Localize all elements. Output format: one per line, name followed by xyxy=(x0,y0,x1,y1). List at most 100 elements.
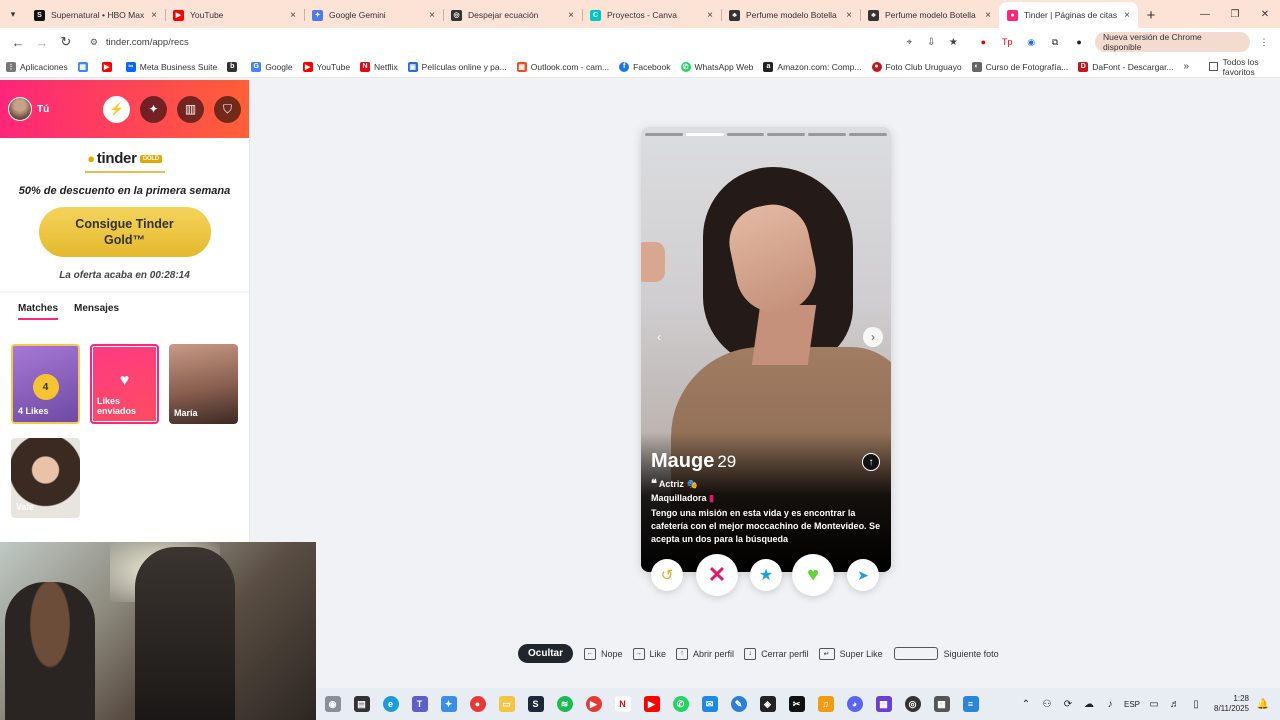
reload-icon[interactable]: ↻ xyxy=(54,30,78,54)
bookmark-grid[interactable]: ▦ xyxy=(77,61,92,72)
nope-button[interactable]: ✕ xyxy=(696,554,738,596)
photo-indicator-segment[interactable] xyxy=(685,133,724,136)
taskbar-app[interactable]: e xyxy=(376,690,405,718)
taskbar-app[interactable]: ◉ xyxy=(318,690,347,718)
taskbar-app[interactable]: N xyxy=(608,690,637,718)
taskbar-app[interactable]: ◈ xyxy=(753,690,782,718)
sync-icon[interactable]: ⟳ xyxy=(1061,699,1075,710)
taskbar-app[interactable]: ▭ xyxy=(492,690,521,718)
bookmark-star-icon[interactable]: ★ xyxy=(945,34,961,50)
clock[interactable]: 1:28 8/11/2025 xyxy=(1214,694,1249,715)
photo-indicator-segment[interactable] xyxy=(767,133,806,136)
bookmark-meta[interactable]: ∞ Meta Business Suite xyxy=(125,61,217,72)
taskbar-app[interactable]: ≡ xyxy=(956,690,985,718)
browser-tab[interactable]: C Proyectos - Canva × xyxy=(582,2,721,28)
taskbar-app[interactable]: ▶ xyxy=(579,690,608,718)
cloud-icon[interactable]: ☁ xyxy=(1082,699,1096,710)
close-icon[interactable]: × xyxy=(290,10,296,21)
taskbar-app[interactable]: ◎ xyxy=(898,690,927,718)
tab-messages[interactable]: Mensajes xyxy=(74,303,119,320)
location-icon[interactable]: ⌖ xyxy=(901,34,917,50)
tray-app-icon[interactable]: ⚇ xyxy=(1040,699,1054,710)
like-button[interactable]: ♥ xyxy=(792,554,834,596)
bookmark-whatsapp[interactable]: ✆ WhatsApp Web xyxy=(680,61,753,72)
more-bookmarks-icon[interactable]: » xyxy=(1184,61,1190,72)
extensions-puzzle-icon[interactable]: ⧉ xyxy=(1045,32,1065,52)
bookmark-curso[interactable]: ◐ Curso de Fotografía... xyxy=(971,61,1068,72)
tab-matches[interactable]: Matches xyxy=(18,303,59,320)
photo-indicator-segment[interactable] xyxy=(726,133,765,136)
shield-icon[interactable]: ⛉ xyxy=(214,95,241,123)
network-icon[interactable]: ▭ xyxy=(1147,699,1161,710)
bookmark-peliculas[interactable]: ▣ Películas online y pa... xyxy=(407,61,507,72)
close-icon[interactable]: × xyxy=(707,10,713,21)
mic-icon[interactable]: ♪ xyxy=(1103,699,1117,710)
taskbar-app[interactable]: T xyxy=(405,690,434,718)
taskbar-app[interactable]: ≋ xyxy=(550,690,579,718)
bookmark-netflix[interactable]: N Netflix xyxy=(360,61,398,72)
bookmark-youtube[interactable]: ▶ xyxy=(101,61,116,72)
next-photo-icon[interactable]: › xyxy=(863,327,883,347)
bookmark-dafont[interactable]: D DaFont - Descargar... xyxy=(1078,61,1174,72)
taskbar-app[interactable]: ▦ xyxy=(927,690,956,718)
close-window-icon[interactable]: ✕ xyxy=(1250,0,1280,28)
rewind-button[interactable]: ↺ xyxy=(651,559,683,591)
new-tab-button[interactable]: + xyxy=(1138,2,1164,28)
restore-icon[interactable]: ❐ xyxy=(1220,0,1250,28)
likes-card[interactable]: 4 4 Likes xyxy=(11,344,80,424)
close-icon[interactable]: × xyxy=(985,10,991,21)
close-icon[interactable]: × xyxy=(151,10,157,21)
bookmark-facebook[interactable]: f Facebook xyxy=(619,61,671,72)
language-indicator[interactable]: ESP xyxy=(1124,700,1140,709)
close-icon[interactable]: × xyxy=(429,10,435,21)
bookmark-b[interactable]: b xyxy=(227,61,241,72)
address-bar[interactable]: ⚙ tinder.com/app/recs ⌖ ⇩ ★ xyxy=(82,31,970,53)
bookmark-outlook[interactable]: ▦ Outlook.com - cam... xyxy=(516,61,609,72)
previous-photo-icon[interactable]: ‹ xyxy=(649,327,669,347)
bookmark-apps[interactable]: ⋮ Aplicaciones xyxy=(6,61,68,72)
browser-tab[interactable]: S Supernatural • HBO Max × xyxy=(26,2,165,28)
browser-tab[interactable]: ✦ Google Gemini × xyxy=(304,2,443,28)
all-bookmarks[interactable]: Todos los favoritos xyxy=(1209,57,1274,77)
site-info-icon[interactable]: ⚙ xyxy=(90,37,98,48)
taskbar-app[interactable]: ✎ xyxy=(724,690,753,718)
photo-indicator-segment[interactable] xyxy=(849,133,887,136)
forward-arrow-icon[interactable]: → xyxy=(30,30,54,54)
photo-indicator-segment[interactable] xyxy=(808,133,847,136)
notifications-icon[interactable]: 🔔 xyxy=(1256,699,1270,710)
super-like-button[interactable]: ★ xyxy=(750,559,782,591)
taskbar-app[interactable]: S xyxy=(521,690,550,718)
taskbar-app[interactable]: ✆ xyxy=(666,690,695,718)
shazam-extension-icon[interactable]: ◉ xyxy=(1021,32,1041,52)
chrome-update-button[interactable]: Nueva versión de Chrome disponible xyxy=(1095,32,1251,52)
back-arrow-icon[interactable]: ← xyxy=(6,30,30,54)
browser-tab[interactable]: ♣ Perfume modelo Botella × xyxy=(721,2,860,28)
bookmark-google[interactable]: G Google xyxy=(251,61,293,72)
browser-tab[interactable]: ▶ YouTube × xyxy=(165,2,304,28)
chrome-menu-icon[interactable]: ⋮ xyxy=(1254,32,1274,52)
briefcase-icon[interactable]: ▥ xyxy=(177,95,204,123)
browser-tab[interactable]: ♣ Perfume modelo Botella × xyxy=(860,2,999,28)
install-icon[interactable]: ⇩ xyxy=(923,34,939,50)
taskbar-app[interactable]: ✉ xyxy=(695,690,724,718)
taskbar-app[interactable]: ● xyxy=(463,690,492,718)
taskbar-app[interactable]: ✂ xyxy=(782,690,811,718)
match-card[interactable]: María xyxy=(169,344,238,424)
match-card[interactable]: Vale xyxy=(11,438,80,518)
likes-sent-card[interactable]: ♥ Likes enviados xyxy=(90,344,159,424)
explore-compass-icon[interactable]: ✦ xyxy=(140,95,167,123)
volume-icon[interactable]: ♬ xyxy=(1168,699,1182,710)
boost-button[interactable]: ➤ xyxy=(847,559,879,591)
tp-extension-icon[interactable]: Tp xyxy=(997,32,1017,52)
profile-card[interactable]: ‹ › Mauge 29 ❝ Actriz 🎭 Maquilladora ▮ Ten… xyxy=(641,127,891,572)
profile-icon[interactable]: ● xyxy=(1069,32,1089,52)
browser-tab[interactable]: ◎ Despejar ecuación × xyxy=(443,2,582,28)
opera-extension-icon[interactable]: ● xyxy=(973,32,993,52)
get-gold-button[interactable]: Consigue Tinder Gold™ xyxy=(38,207,211,257)
avatar[interactable] xyxy=(8,97,32,121)
taskbar-app[interactable]: ✦ xyxy=(434,690,463,718)
close-icon[interactable]: × xyxy=(1124,10,1130,21)
browser-tab-active[interactable]: ● Tinder | Páginas de citas × xyxy=(999,2,1138,28)
minimize-icon[interactable]: — xyxy=(1190,0,1220,28)
boost-lightning-icon[interactable]: ⚡ xyxy=(103,95,130,123)
